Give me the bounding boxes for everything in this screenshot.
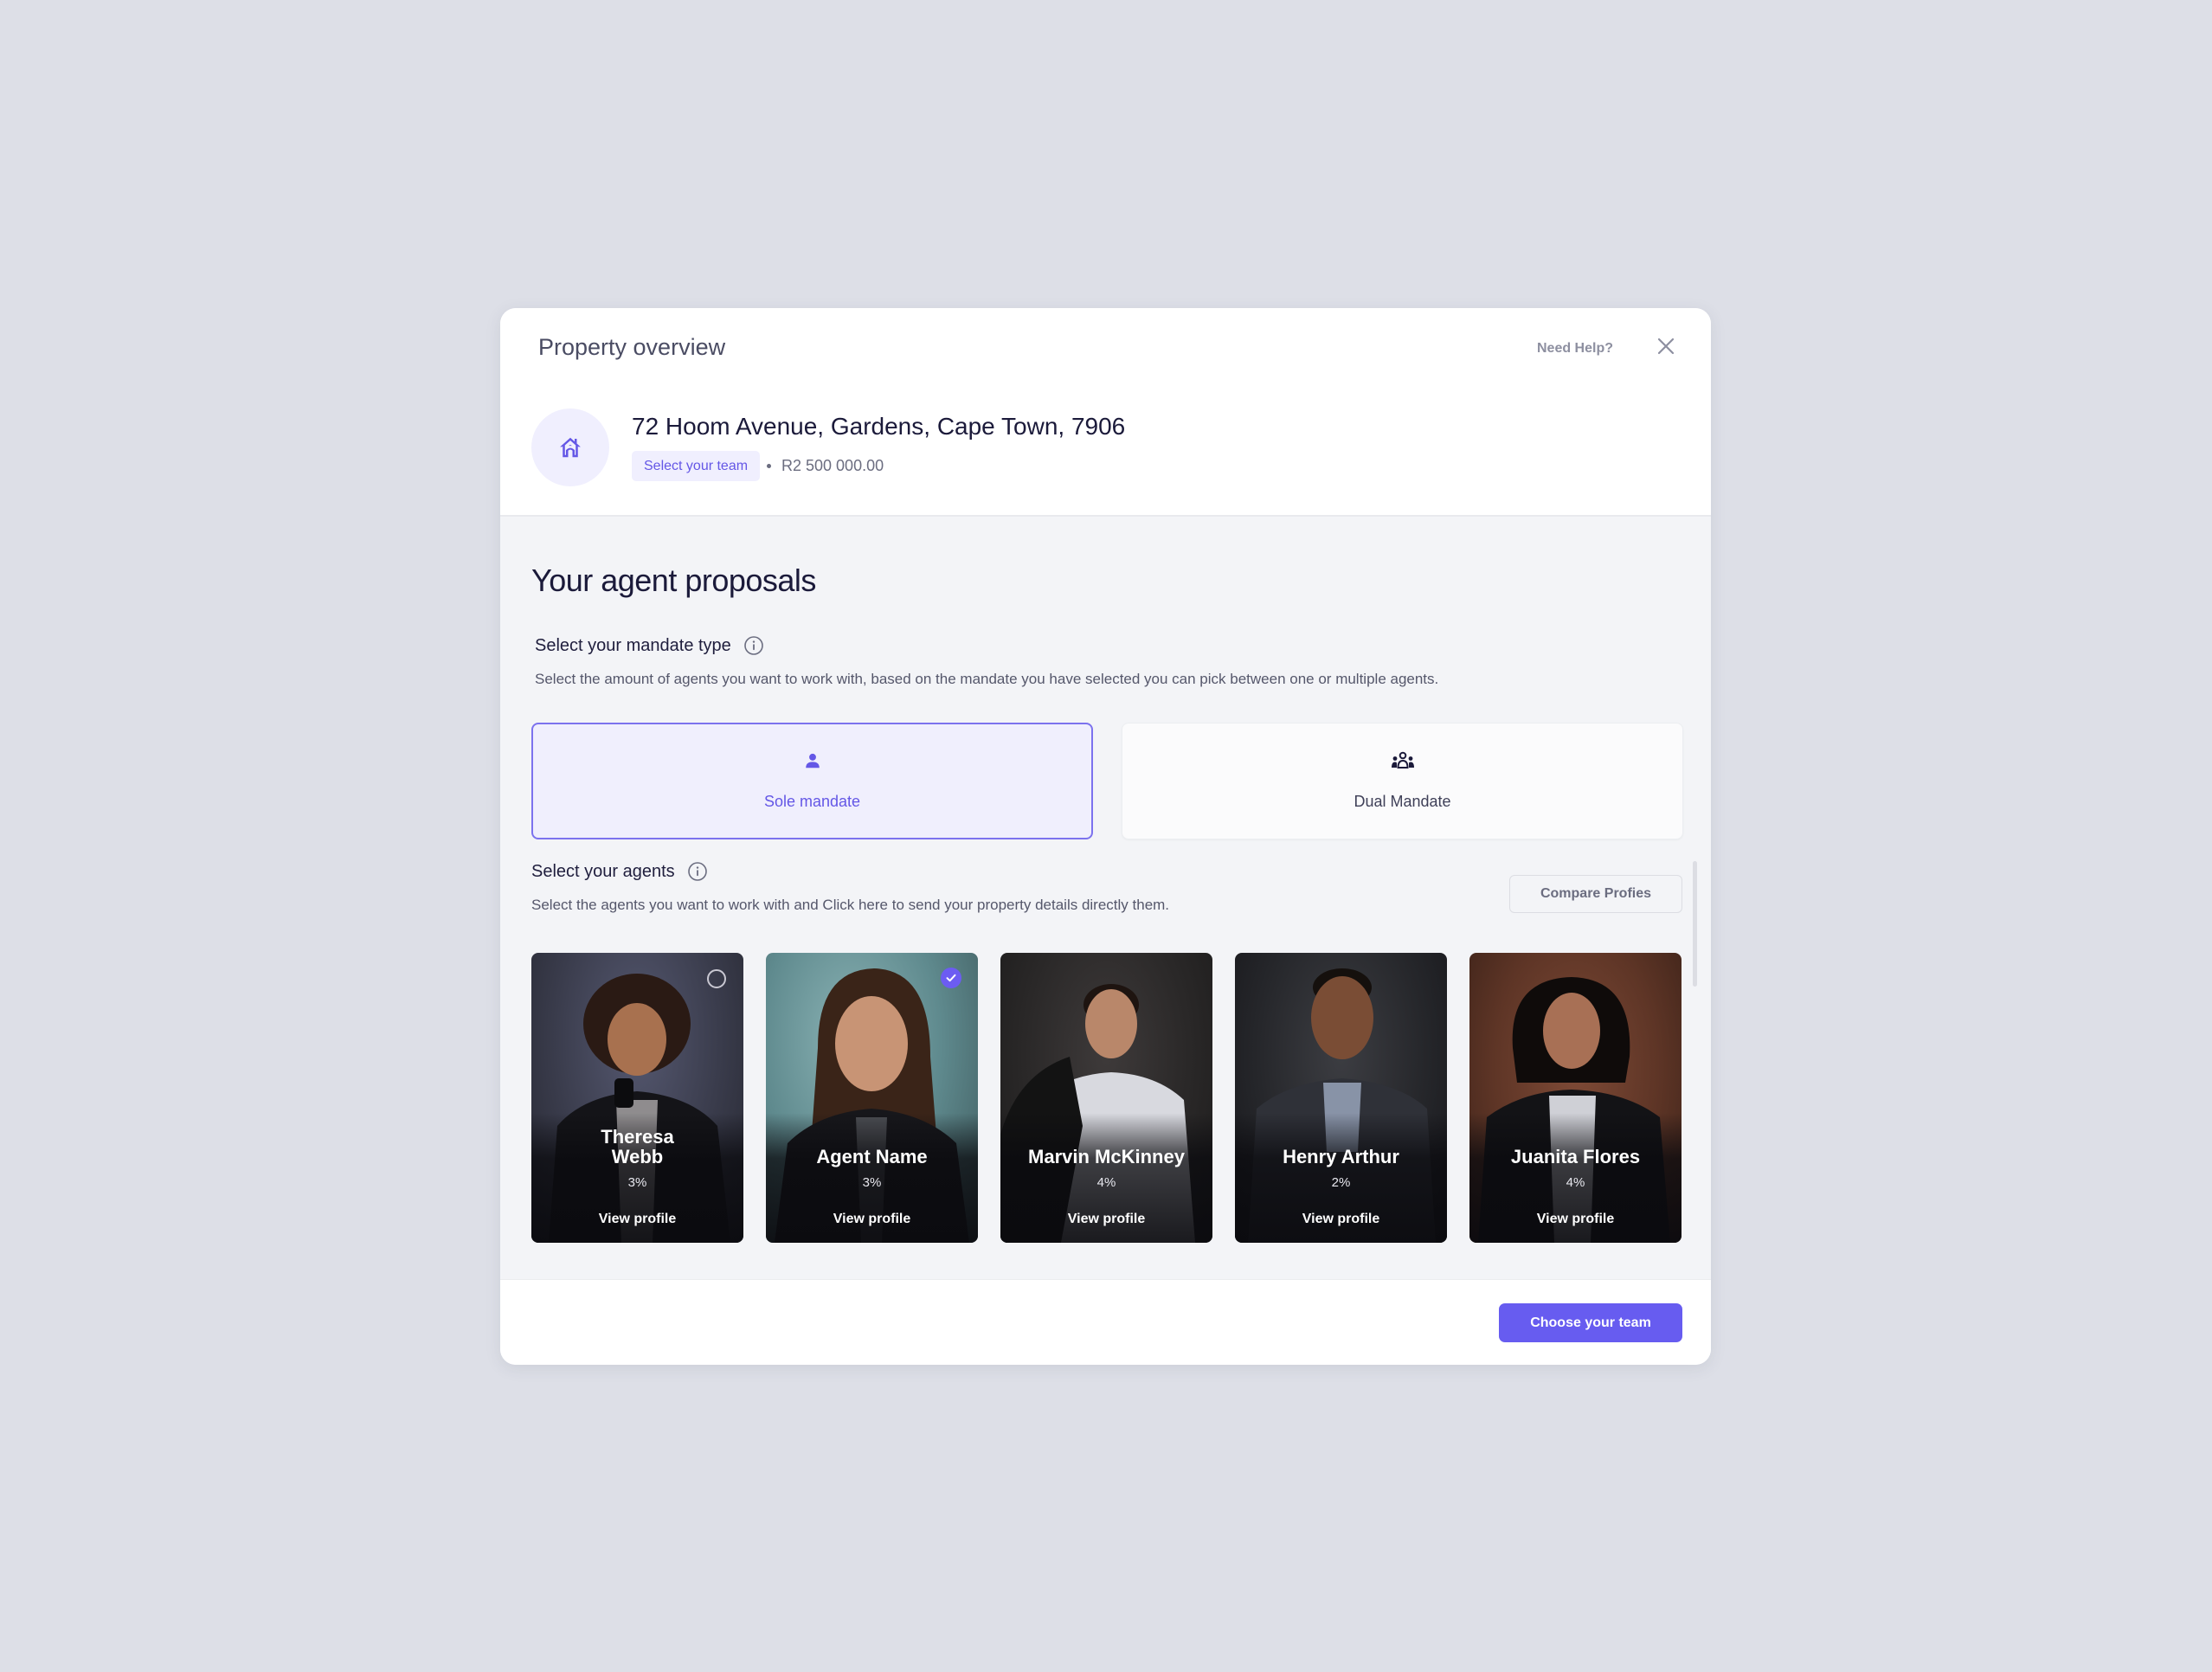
agent-card[interactable]: Juanita Flores 4% View profile <box>1469 953 1682 1243</box>
sole-mandate-option[interactable]: Sole mandate <box>531 723 1093 839</box>
agent-card[interactable]: Theresa Webb 3% View profile <box>531 953 743 1243</box>
view-profile-link[interactable]: View profile <box>1235 1212 1447 1227</box>
agent-name: Marvin McKinney <box>1028 1146 1185 1167</box>
agent-info: Theresa Webb 3% View profile <box>531 953 743 1243</box>
mandate-type-label: Select your mandate type <box>535 635 731 655</box>
agent-commission: 3% <box>627 1175 647 1190</box>
agent-info: Henry Arthur 2% View profile <box>1235 953 1447 1243</box>
agent-name: Theresa Webb <box>601 1126 674 1167</box>
agent-cards: Theresa Webb 3% View profile Agent Name <box>531 953 1682 1243</box>
modal-title: Property overview <box>538 334 726 360</box>
agent-card[interactable]: Agent Name 3% View profile <box>766 953 978 1243</box>
price-row: R2 500 000.00 <box>767 451 884 481</box>
compare-profiles-button[interactable]: Compare Profies <box>1509 875 1682 913</box>
mandate-description: Select the amount of agents you want to … <box>535 671 1439 687</box>
agents-label: Select your agents <box>531 861 675 881</box>
agent-card[interactable]: Marvin McKinney 4% View profile <box>1000 953 1212 1243</box>
view-profile-link[interactable]: View profile <box>766 1212 978 1227</box>
close-icon <box>1657 338 1675 355</box>
agent-commission: 4% <box>1096 1175 1116 1190</box>
agents-heading: Select your agents <box>531 861 708 882</box>
view-profile-link[interactable]: View profile <box>531 1212 743 1227</box>
agent-commission: 2% <box>1331 1175 1351 1190</box>
select-agent-radio[interactable] <box>707 969 726 988</box>
property-avatar <box>531 408 609 486</box>
close-button[interactable] <box>1654 334 1678 358</box>
agent-card[interactable]: Henry Arthur 2% View profile <box>1235 953 1447 1243</box>
modal-body: Your agent proposals Select your mandate… <box>500 517 1711 1279</box>
check-icon <box>946 974 956 982</box>
separator-dot <box>767 464 771 468</box>
agent-name: Henry Arthur <box>1283 1146 1399 1167</box>
group-icon <box>1391 751 1414 768</box>
house-icon <box>560 437 581 458</box>
view-profile-link[interactable]: View profile <box>1469 1212 1682 1227</box>
agent-info: Marvin McKinney 4% View profile <box>1000 953 1212 1243</box>
choose-team-button[interactable]: Choose your team <box>1499 1303 1682 1342</box>
agent-commission: 3% <box>862 1175 882 1190</box>
person-icon <box>805 753 820 768</box>
mandate-type-heading: Select your mandate type <box>535 635 764 656</box>
agent-info: Juanita Flores 4% View profile <box>1469 953 1682 1243</box>
property-overview-modal: Property overview Need Help? 72 Hoom Ave… <box>500 308 1711 1365</box>
agent-name: Agent Name <box>816 1146 928 1167</box>
agents-description: Select the agents you want to work with … <box>531 897 1170 913</box>
section-title: Your agent proposals <box>531 563 816 598</box>
need-help-link[interactable]: Need Help? <box>1537 341 1613 357</box>
info-icon[interactable] <box>743 635 764 656</box>
dual-mandate-label: Dual Mandate <box>1354 793 1451 810</box>
view-profile-link[interactable]: View profile <box>1000 1212 1212 1227</box>
agent-commission: 4% <box>1566 1175 1585 1190</box>
sole-mandate-label: Sole mandate <box>763 793 861 810</box>
modal-footer: Choose your team <box>500 1279 1711 1365</box>
agent-name: Juanita Flores <box>1510 1146 1641 1167</box>
property-price: R2 500 000.00 <box>781 457 884 474</box>
agent-info: Agent Name 3% View profile <box>766 953 978 1243</box>
dual-mandate-option[interactable]: Dual Mandate <box>1122 723 1683 839</box>
status-badge: Select your team <box>632 451 761 481</box>
property-address: 72 Hoom Avenue, Gardens, Cape Town, 7906 <box>632 413 1126 440</box>
modal-header: Property overview Need Help? 72 Hoom Ave… <box>500 308 1711 517</box>
select-agent-checkbox-checked[interactable] <box>941 968 961 988</box>
scrollbar-thumb[interactable] <box>1693 861 1697 987</box>
info-icon[interactable] <box>687 861 708 882</box>
